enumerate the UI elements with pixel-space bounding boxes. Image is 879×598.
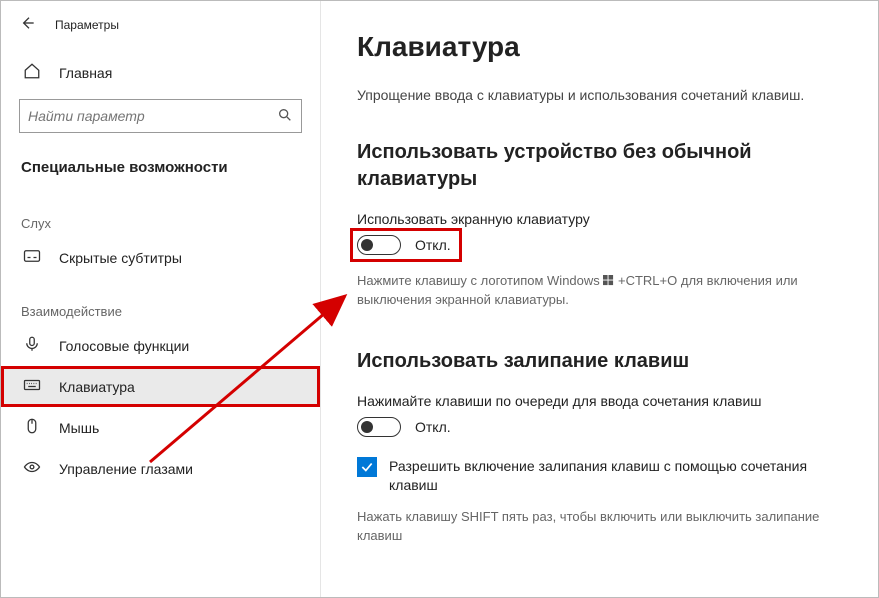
nav-item-eye[interactable]: Управление глазами bbox=[1, 448, 320, 489]
sticky-state: Откл. bbox=[415, 419, 451, 435]
titlebar-label: Параметры bbox=[55, 18, 119, 32]
back-icon[interactable] bbox=[19, 15, 35, 34]
nav-label: Скрытые субтитры bbox=[59, 250, 182, 266]
osk-heading: Использовать устройство без обычной клав… bbox=[357, 139, 848, 193]
mouse-icon bbox=[23, 417, 41, 438]
keyboard-icon bbox=[23, 376, 41, 397]
nav-item-captions[interactable]: Скрытые субтитры bbox=[1, 237, 320, 278]
osk-hint-pre: Нажмите клавишу с логотипом Windows bbox=[357, 273, 603, 288]
mic-icon bbox=[23, 335, 41, 356]
osk-label: Использовать экранную клавиатуру bbox=[357, 211, 848, 227]
sticky-checkbox-label: Разрешить включение залипания клавиш с п… bbox=[389, 457, 848, 495]
group-interaction: Взаимодействие bbox=[1, 278, 320, 325]
toggle-track-icon bbox=[357, 417, 401, 437]
nav-label: Клавиатура bbox=[59, 379, 135, 395]
checkbox-checked-icon bbox=[357, 457, 377, 477]
search-input[interactable] bbox=[28, 108, 277, 124]
osk-toggle[interactable]: Откл. bbox=[357, 235, 455, 255]
eye-icon bbox=[23, 458, 41, 479]
sticky-heading: Использовать залипание клавиш bbox=[357, 348, 848, 375]
nav-home-label: Главная bbox=[59, 65, 112, 81]
home-icon bbox=[23, 62, 41, 83]
titlebar: Параметры bbox=[1, 11, 320, 52]
nav-label: Управление глазами bbox=[59, 461, 193, 477]
toggle-track-icon bbox=[357, 235, 401, 255]
nav-label: Голосовые функции bbox=[59, 338, 189, 354]
nav-home[interactable]: Главная bbox=[1, 52, 320, 93]
captions-icon bbox=[23, 247, 41, 268]
page-title: Клавиатура bbox=[357, 31, 848, 63]
nav-label: Мышь bbox=[59, 420, 99, 436]
sticky-checkbox-row[interactable]: Разрешить включение залипания клавиш с п… bbox=[357, 457, 848, 495]
osk-state: Откл. bbox=[415, 237, 451, 253]
nav-item-speech[interactable]: Голосовые функции bbox=[1, 325, 320, 366]
sidebar: Параметры Главная Специальные возможност… bbox=[1, 1, 321, 597]
section-title: Специальные возможности bbox=[1, 155, 320, 190]
main-pane: Клавиатура Упрощение ввода с клавиатуры … bbox=[321, 1, 878, 597]
search-box[interactable] bbox=[19, 99, 302, 133]
osk-hint: Нажмите клавишу с логотипом Windows +CTR… bbox=[357, 272, 848, 310]
search-icon bbox=[277, 107, 293, 126]
nav-item-mouse[interactable]: Мышь bbox=[1, 407, 320, 448]
sticky-label: Нажимайте клавиши по очереди для ввода с… bbox=[357, 393, 848, 409]
windows-logo-icon bbox=[603, 273, 614, 284]
sticky-toggle[interactable]: Откл. bbox=[357, 417, 848, 437]
group-hearing: Слух bbox=[1, 190, 320, 237]
sticky-hint: Нажать клавишу SHIFT пять раз, чтобы вкл… bbox=[357, 508, 848, 546]
nav-item-keyboard[interactable]: Клавиатура bbox=[1, 366, 320, 407]
page-desc: Упрощение ввода с клавиатуры и использов… bbox=[357, 87, 848, 103]
